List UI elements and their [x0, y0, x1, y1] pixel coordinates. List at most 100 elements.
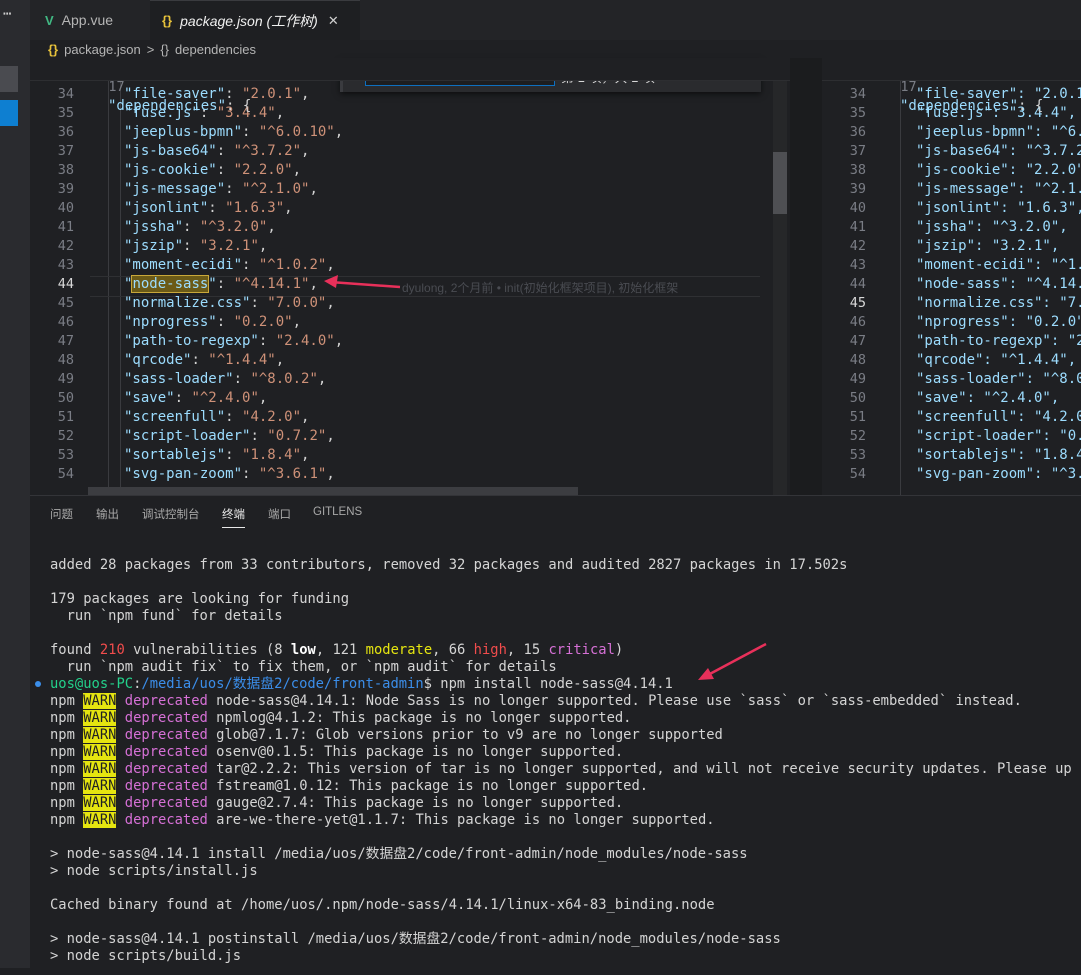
close-icon[interactable]: ✕ [328, 13, 339, 29]
npm-warning-line: npm WARN deprecated glob@7.1.7: Glob ver… [50, 727, 723, 743]
line-number: 50 [57, 390, 74, 406]
breadcrumb-file[interactable]: package.json [64, 42, 141, 57]
line-number: 39 [849, 181, 866, 197]
line-number: 43 [849, 257, 866, 273]
terminal-line: > node scripts/build.js [50, 948, 242, 964]
vertical-scrollbar-thumb[interactable] [773, 152, 787, 214]
json-key: "moment-ecidi" [124, 257, 243, 273]
tab-package-json[interactable]: {} package.json (工作树) ✕ [150, 0, 360, 40]
line-number: 41 [57, 219, 74, 235]
json-value: "0.2.0" [233, 314, 293, 330]
horizontal-scrollbar-thumb[interactable] [88, 487, 578, 495]
active-view-icon[interactable] [0, 100, 18, 126]
line-number: 40 [849, 200, 866, 216]
terminal-line: 179 packages are looking for funding [50, 591, 350, 607]
json-value: "^1.4.4" [208, 352, 276, 368]
line-number: 44 [57, 276, 74, 292]
breadcrumb-node[interactable]: dependencies [175, 42, 256, 57]
json-key: "nprogress" [124, 314, 217, 330]
code-text: "sortablejs": "1.8.4 [916, 447, 1081, 463]
json-file-icon: {} [48, 41, 59, 57]
code-text: "jsonlint": "1.6.3", [916, 200, 1081, 216]
editor-pane-left[interactable]: 17 "dependencies": { 34 "file-saver": "2.… [30, 58, 790, 495]
line-number: 47 [57, 333, 74, 349]
code-text: "jeeplus-bpmn": "^6. [916, 124, 1081, 140]
tab-debug-console[interactable]: 调试控制台 [142, 506, 200, 522]
terminal-line: run `npm fund` for details [50, 608, 283, 624]
sticky-scroll-header[interactable]: 17 "dependencies": { [822, 58, 1081, 114]
json-key: "save" [124, 390, 175, 406]
json-key: "sortablejs" [124, 447, 226, 463]
line-number: 48 [57, 352, 74, 368]
json-value: "^6.0.10" [258, 124, 335, 140]
line-number: 42 [57, 238, 74, 254]
editor-pane-right[interactable]: 17 "dependencies": { 34 "file-saver": "2.… [822, 58, 1081, 495]
scrollbar-track[interactable] [773, 60, 787, 495]
json-key: "normalize.css" [124, 295, 251, 311]
line-number: 51 [849, 409, 866, 425]
json-value: "^2.1.0" [242, 181, 310, 197]
line-number: 54 [57, 466, 74, 482]
json-key: "jszip" [124, 238, 184, 254]
json-value: "3.2.1" [199, 238, 259, 254]
line-number: 49 [849, 371, 866, 387]
tab-app-vue[interactable]: V App.vue [45, 0, 113, 40]
tab-terminal[interactable]: 终端 [222, 506, 245, 528]
warn-badge: WARN [83, 727, 117, 743]
annotation-arrow [324, 275, 401, 289]
explorer-icon[interactable] [0, 66, 18, 92]
line-number: 50 [849, 390, 866, 406]
command-status-icon [35, 681, 41, 687]
line-number: 54 [849, 466, 866, 482]
line-number: 51 [57, 409, 74, 425]
json-key: "svg-pan-zoom" [124, 466, 243, 482]
code-text: "screenfull": "4.2.0 [916, 409, 1081, 425]
code-text: "save": "^2.4.0", [916, 390, 1060, 406]
json-key: "qrcode" [124, 352, 192, 368]
json-key: "screenfull" [124, 409, 226, 425]
line-number: 41 [849, 219, 866, 235]
json-value: "1.8.4" [242, 447, 302, 463]
json-key: "dependencies" [108, 98, 227, 114]
code-text: "js-base64": "^3.7.2 [916, 143, 1081, 159]
line-number: 37 [849, 143, 866, 159]
line-number: 44 [849, 276, 866, 292]
json-value: "^3.7.2" [233, 143, 302, 159]
code-text: "moment-ecidi": "^1. [916, 257, 1081, 273]
tab-problems[interactable]: 问题 [50, 506, 73, 522]
json-value: "4.2.0" [242, 409, 302, 425]
json-value: "^3.2.0" [199, 219, 268, 235]
pane-divider [790, 58, 822, 495]
line-number: 52 [57, 428, 74, 444]
json-key: "dependencies" [900, 98, 1019, 114]
npm-warning-line: npm WARN deprecated node-sass@4.14.1: No… [50, 693, 1022, 709]
warn-badge: WARN [83, 710, 117, 726]
line-number: 46 [849, 314, 866, 330]
line-number: 53 [849, 447, 866, 463]
line-number: 49 [57, 371, 74, 387]
line-number: 17 [900, 79, 917, 95]
indent-guide [900, 80, 901, 495]
terminal-line: > node-sass@4.14.1 postinstall /media/uo… [50, 931, 781, 947]
json-value: "0.7.2" [267, 428, 327, 444]
code-text: "js-message": "^2.1. [916, 181, 1081, 197]
terminal-output[interactable]: added 28 packages from 33 contributors, … [30, 531, 1081, 975]
tab-ports[interactable]: 端口 [268, 506, 291, 522]
warn-badge: WARN [83, 795, 117, 811]
warn-badge: WARN [83, 812, 117, 828]
tab-gitlens[interactable]: GITLENS [313, 506, 362, 518]
json-value: "^1.0.2" [258, 257, 327, 273]
annotation-arrow [698, 642, 767, 680]
npm-warning-line: npm WARN deprecated osenv@0.1.5: This pa… [50, 744, 624, 760]
more-icon[interactable]: ⋯ [3, 6, 11, 22]
terminal-line: run `npm audit fix` to fix them, or `npm… [50, 659, 557, 675]
tab-output[interactable]: 输出 [96, 506, 119, 522]
code-text: "node-sass": "^4.14. [916, 276, 1081, 292]
line-number: 37 [57, 143, 74, 159]
sticky-scroll-header[interactable]: 17 "dependencies": { [30, 58, 790, 114]
json-key: "jssha" [124, 219, 184, 235]
git-blame-annotation: dyulong, 2个月前 • init(初始化框架项目), 初始化框架 [402, 281, 679, 295]
line-number: 48 [849, 352, 866, 368]
terminal-line: Cached binary found at /home/uos/.npm/no… [50, 897, 715, 913]
json-value: "^2.4.0" [191, 390, 259, 406]
